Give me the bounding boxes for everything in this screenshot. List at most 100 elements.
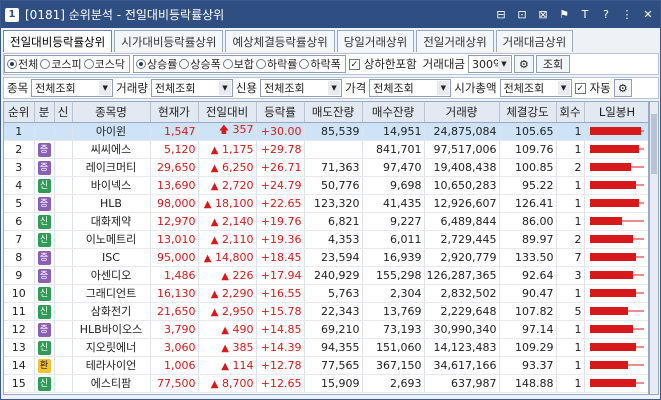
col-rank[interactable]: 순위 (4, 102, 35, 123)
limit-include-checkbox[interactable]: ✓ (348, 58, 360, 70)
cell-credit (54, 194, 73, 213)
flag-icon[interactable]: ⚑ (556, 6, 572, 22)
item-select[interactable]: 전체조회 ▼ (31, 79, 114, 97)
restore-icon[interactable]: ⊡ (514, 6, 530, 22)
cell-name[interactable]: 레이크머티 (72, 158, 151, 177)
credit-select[interactable]: 전체조회 ▼ (260, 79, 343, 97)
category-badge: 신 (37, 376, 51, 391)
cell-strength: 109.76 (499, 140, 557, 159)
table-row[interactable]: 14 환 테라사이언 1,006 ▲ 114 +12.78 77,565 367,150 34,… (4, 356, 648, 375)
cell-name[interactable]: 바이넥스 (72, 176, 151, 195)
col-bid[interactable]: 매수잔량 (362, 102, 425, 123)
tab-prev-day-change[interactable]: 전일대비등락률상위 (3, 30, 113, 52)
cell-name[interactable]: 아이윈 (72, 122, 151, 141)
market-radio-kosdaq[interactable]: 코스닥 (83, 56, 125, 72)
table-row[interactable]: 12 증 HLB바이오스 3,790 ▲ 490 +14.85 69,210 73,193 30… (4, 320, 648, 339)
tab-today-volume[interactable]: 당일거래상위 (336, 30, 415, 52)
cell-count: 1 (556, 212, 585, 231)
market-radio-kospi[interactable]: 코스피 (40, 56, 82, 72)
radio-dot-icon (222, 59, 233, 69)
minimize-icon[interactable]: ⊟ (493, 6, 509, 22)
col-change[interactable]: 전일대비 (198, 102, 257, 123)
scroll-thumb[interactable] (651, 114, 657, 174)
table-row[interactable]: 7 신 이노메트리 13,010 ▲ 2,110 +19.36 4,353 6,011 2,72… (4, 230, 648, 249)
col-name[interactable]: 종목명 (72, 102, 151, 123)
col-price[interactable]: 현재가 (150, 102, 199, 123)
cell-name[interactable]: 이노메트리 (72, 230, 151, 249)
price-select[interactable]: 전체조회 ▼ (369, 79, 452, 97)
direction-radio-rise-rate[interactable]: 상승률 (136, 56, 177, 72)
col-strength[interactable]: 체결강도 (499, 102, 557, 123)
cell-name[interactable]: 씨씨에스 (72, 140, 151, 159)
cell-name[interactable]: ISC (72, 248, 151, 267)
font-icon[interactable]: T (577, 6, 593, 22)
cell-name[interactable]: 삼화전기 (72, 302, 151, 321)
app-window: 1 [0181] 순위분석 - 전일대비등락률상위 ⊟ ⊡ ⊠ ⚑ T ? ⋮ … (0, 0, 661, 400)
market-radio-group: 전체 코스피 코스닥 (4, 55, 130, 73)
cell-name[interactable]: 에스티팜 (72, 374, 151, 393)
cell-strength: 95.22 (499, 176, 557, 195)
vertical-scrollbar[interactable] (649, 101, 659, 395)
table-row[interactable]: 10 신 그래디언트 16,130 ▲ 2,290 +16.55 5,763 2,304 2,8… (4, 284, 648, 303)
direction-radio-rise-amount[interactable]: 상승폭 (179, 56, 221, 72)
cell-name[interactable]: 지오릿에너 (72, 338, 151, 357)
tab-prev-volume[interactable]: 전일거래상위 (416, 30, 494, 52)
volume-select[interactable]: 전체조회 ▼ (150, 79, 233, 97)
direction-radio-fall-amount[interactable]: 하락폭 (299, 56, 341, 72)
cell-category: 신 (34, 374, 55, 393)
cell-rate: +29.78 (256, 140, 305, 159)
cell-strength: 148.88 (499, 374, 557, 393)
table-row[interactable]: 15 신 에스티팜 77,500 ▲ 8,700 +12.65 15,909 2,693 637… (4, 374, 648, 393)
cell-ask: 77,565 (304, 356, 363, 375)
table-row[interactable]: 1 아이윈 1,547 🡅 357 +30.00 85,539 14,951 24,875,0… (4, 122, 648, 141)
direction-radio-flat[interactable]: 보합 (222, 56, 254, 72)
cell-credit (54, 176, 73, 195)
settings-button[interactable]: ⚙ (513, 55, 534, 73)
daily-candle-chart (590, 199, 644, 207)
help-icon[interactable]: ? (598, 6, 614, 22)
up-arrow-icon: ▲ (210, 216, 219, 228)
cell-name[interactable]: 대화제약 (72, 212, 151, 231)
col-daily-candle[interactable]: L일봉H (584, 102, 648, 123)
table-row[interactable]: 11 신 삼화전기 21,650 ▲ 2,950 +15.78 22,343 13,769 2,… (4, 302, 648, 321)
link-icon[interactable]: ⊠ (535, 6, 551, 22)
cell-count: 1 (556, 284, 585, 303)
table-row[interactable]: 2 증 씨씨에스 5,120 ▲ 1,175 +29.78 841,701 97,517,00… (4, 140, 648, 159)
cell-count: 1 (556, 122, 585, 141)
col-ask[interactable]: 매도잔량 (304, 102, 363, 123)
table-row[interactable]: 5 증 HLB 98,000 ▲ 18,100 +22.65 123,320 41,435 12… (4, 194, 648, 213)
col-category[interactable]: 분 (34, 102, 55, 123)
menu-icon[interactable]: ⋮ (619, 6, 635, 22)
market-radio-all[interactable]: 전체 (7, 56, 38, 72)
cell-name[interactable]: 그래디언트 (72, 284, 151, 303)
cell-name[interactable]: HLB (72, 194, 151, 213)
cell-price: 77,500 (150, 374, 199, 393)
col-rate[interactable]: 등락률 (256, 102, 305, 123)
auto-checkbox[interactable]: ✓ (574, 82, 586, 94)
table-row[interactable]: 9 증 아센디오 1,486 ▲ 226 +17.94 240,929 155,298 126,… (4, 266, 648, 285)
close-icon[interactable]: ✕ (640, 6, 656, 22)
cell-bid: 155,298 (362, 266, 425, 285)
cell-category: 증 (34, 158, 55, 177)
col-credit[interactable]: 신 (54, 102, 73, 123)
cell-ask: 4,353 (304, 230, 363, 249)
direction-radio-fall-rate[interactable]: 하락률 (256, 56, 297, 72)
table-row[interactable]: 3 증 레이크머티 29,650 ▲ 6,250 +26.71 71,363 97,470 19… (4, 158, 648, 177)
col-count[interactable]: 회수 (556, 102, 585, 123)
cell-name[interactable]: 아센디오 (72, 266, 151, 285)
trade-amount-select[interactable]: 300억 ▼ (467, 55, 512, 73)
mktcap-select[interactable]: 전체조회 ▼ (499, 79, 572, 97)
table-row[interactable]: 6 신 대화제약 12,970 ▲ 2,140 +19.76 6,821 9,227 6,489… (4, 212, 648, 231)
tab-trade-amount[interactable]: 거래대금상위 (495, 30, 574, 52)
col-volume[interactable]: 거래량 (424, 102, 500, 123)
tab-open-change[interactable]: 시가대비등락률상위 (114, 30, 224, 52)
cell-name[interactable]: 테라사이언 (72, 356, 151, 375)
table-row[interactable]: 4 신 바이넥스 13,690 ▲ 2,720 +24.79 50,776 9,698 10,6… (4, 176, 648, 195)
gear-icon[interactable]: ⚙ (613, 79, 632, 97)
cell-name[interactable]: HLB바이오스 (72, 320, 151, 339)
tab-expected-change[interactable]: 예상체결등락률상위 (225, 30, 335, 52)
table-row[interactable]: 13 신 지오릿에너 3,060 ▲ 385 +14.39 94,355 151,060 14,… (4, 338, 648, 357)
query-button[interactable]: 조회 (535, 55, 570, 73)
cell-bid: 41,435 (362, 194, 425, 213)
table-row[interactable]: 8 증 ISC 95,000 ▲ 14,800 +18.45 23,594 16,939 2,9… (4, 248, 648, 267)
